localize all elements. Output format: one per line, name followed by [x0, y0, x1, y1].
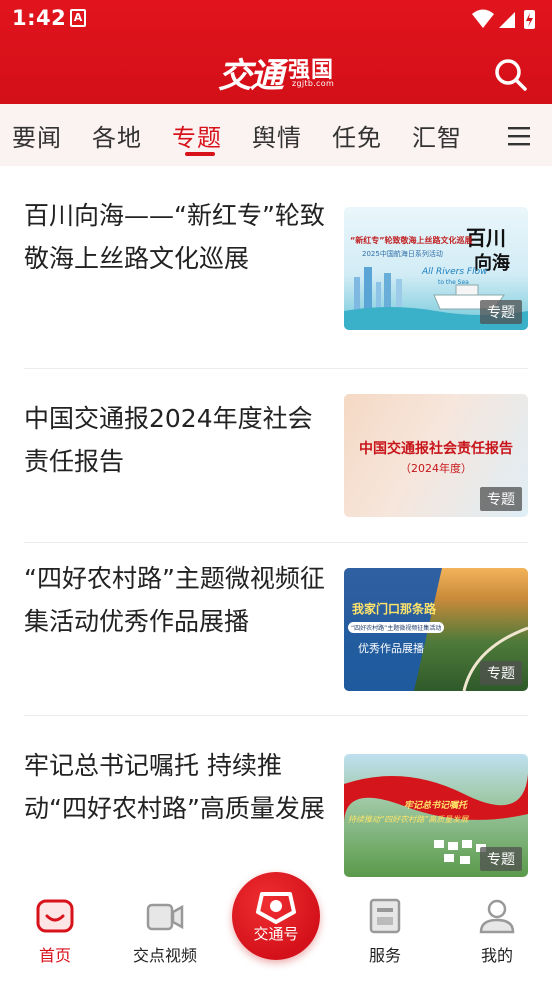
bottom-navigation: 首页 交点视频 交通号 服务 我的	[0, 872, 552, 983]
nav-service[interactable]: 服务	[340, 896, 430, 966]
thumb-caption: 我家门口那条路	[352, 602, 437, 616]
article-title: 中国交通报2024年度社会责任报告	[24, 404, 313, 476]
nav-label: 我的	[480, 946, 513, 965]
thumb-subcaption: （2024年度）	[400, 462, 472, 475]
thumb-caption: 中国交通报社会责任报告	[359, 441, 513, 457]
logo-url-text: zgjtb.com	[292, 79, 335, 88]
topic-badge: 专题	[480, 661, 522, 685]
nav-label: 交点视频	[132, 946, 197, 965]
nav-me[interactable]: 我的	[452, 896, 542, 966]
nav-home[interactable]: 首页	[10, 896, 100, 966]
article-thumbnail: 百川 向海 “新红专”轮致敬海上丝路文化巡展 2025中国航海日系列活动 All…	[344, 207, 528, 330]
thumb-caption-2: 优秀作品展播	[358, 642, 424, 655]
article-title: 牢记总书记嘱托 持续推动“四好农村路”高质量发展	[24, 751, 325, 823]
nav-label: 交通号	[253, 925, 299, 943]
nav-label: 首页	[38, 946, 71, 965]
article-item[interactable]: 牢记总书记嘱托 持续推动“四好农村路”高质量发展 牢记总书记嘱托 持续推动“四好…	[24, 716, 528, 886]
article-item[interactable]: 百川向海——“新红专”轮致敬海上丝路文化巡展 百川 向海 “新红专”轮致敬海上丝…	[24, 166, 528, 369]
jiaotong-hao-icon	[256, 892, 296, 924]
thumb-subcaption: “四好农村路”主题微视频征集活动	[348, 622, 445, 633]
notification-icon: A	[70, 9, 86, 27]
thumb-english-1: All Rivers Flow	[422, 267, 488, 277]
service-icon	[369, 898, 401, 934]
thumb-caption: “新红专”轮致敬海上丝路文化巡展	[350, 236, 473, 245]
logo-main-text: 交通	[218, 56, 284, 96]
nav-video[interactable]: 交点视频	[120, 896, 210, 966]
thumb-english-2: to the Sea	[438, 279, 469, 286]
nav-jiaotong-hao[interactable]: 交通号	[232, 872, 320, 960]
status-bar: 1:42 A	[0, 0, 552, 38]
category-tab-bar: 要闻 各地 专题 舆情 任免 汇智	[0, 104, 552, 166]
article-thumbnail: 我家门口那条路 “四好农村路”主题微视频征集活动 优秀作品展播 专题	[344, 568, 528, 691]
topic-badge: 专题	[480, 847, 522, 871]
home-icon	[36, 899, 74, 933]
article-thumbnail: 中国交通报社会责任报告 （2024年度） 专题	[344, 394, 528, 517]
tab-yuqing[interactable]: 舆情	[252, 118, 302, 153]
nav-label: 服务	[368, 946, 401, 965]
topic-badge: 专题	[480, 300, 522, 324]
article-title: “四好农村路”主题微视频征集活动优秀作品展播	[24, 564, 325, 636]
tab-huizhi[interactable]: 汇智	[412, 118, 462, 153]
thumb-subcaption: 2025中国航海日系列活动	[362, 250, 443, 258]
app-header: 1:42 A 交通 强国 zgjtb.com	[0, 0, 552, 104]
article-item[interactable]: 中国交通报2024年度社会责任报告 中国交通报社会责任报告 （2024年度） 专…	[24, 369, 528, 543]
article-title: 百川向海——“新红专”轮致敬海上丝路文化巡展	[24, 201, 325, 273]
tab-yaowen[interactable]: 要闻	[12, 118, 62, 153]
article-item[interactable]: “四好农村路”主题微视频征集活动优秀作品展播 我家门口那条路 “四好农村路”主题…	[24, 543, 528, 716]
search-icon[interactable]	[492, 56, 530, 94]
menu-icon[interactable]	[506, 124, 532, 148]
topic-badge: 专题	[480, 487, 522, 511]
article-thumbnail: 牢记总书记嘱托 持续推动“四好农村路”高质量发展 专题	[344, 754, 528, 877]
thumb-subcaption: 持续推动“四好农村路”高质量发展	[348, 815, 469, 824]
user-icon	[479, 899, 515, 934]
app-logo: 交通 强国 zgjtb.com	[212, 44, 342, 96]
tab-renmian[interactable]: 任免	[332, 118, 382, 153]
system-status-icons	[472, 9, 535, 29]
active-tab-indicator	[185, 152, 215, 156]
thumb-caption: 牢记总书记嘱托	[404, 801, 468, 811]
video-icon	[146, 903, 184, 931]
tab-zhuanti[interactable]: 专题	[172, 118, 222, 153]
status-time: 1:42	[12, 6, 67, 30]
tab-gedi[interactable]: 各地	[92, 118, 142, 153]
